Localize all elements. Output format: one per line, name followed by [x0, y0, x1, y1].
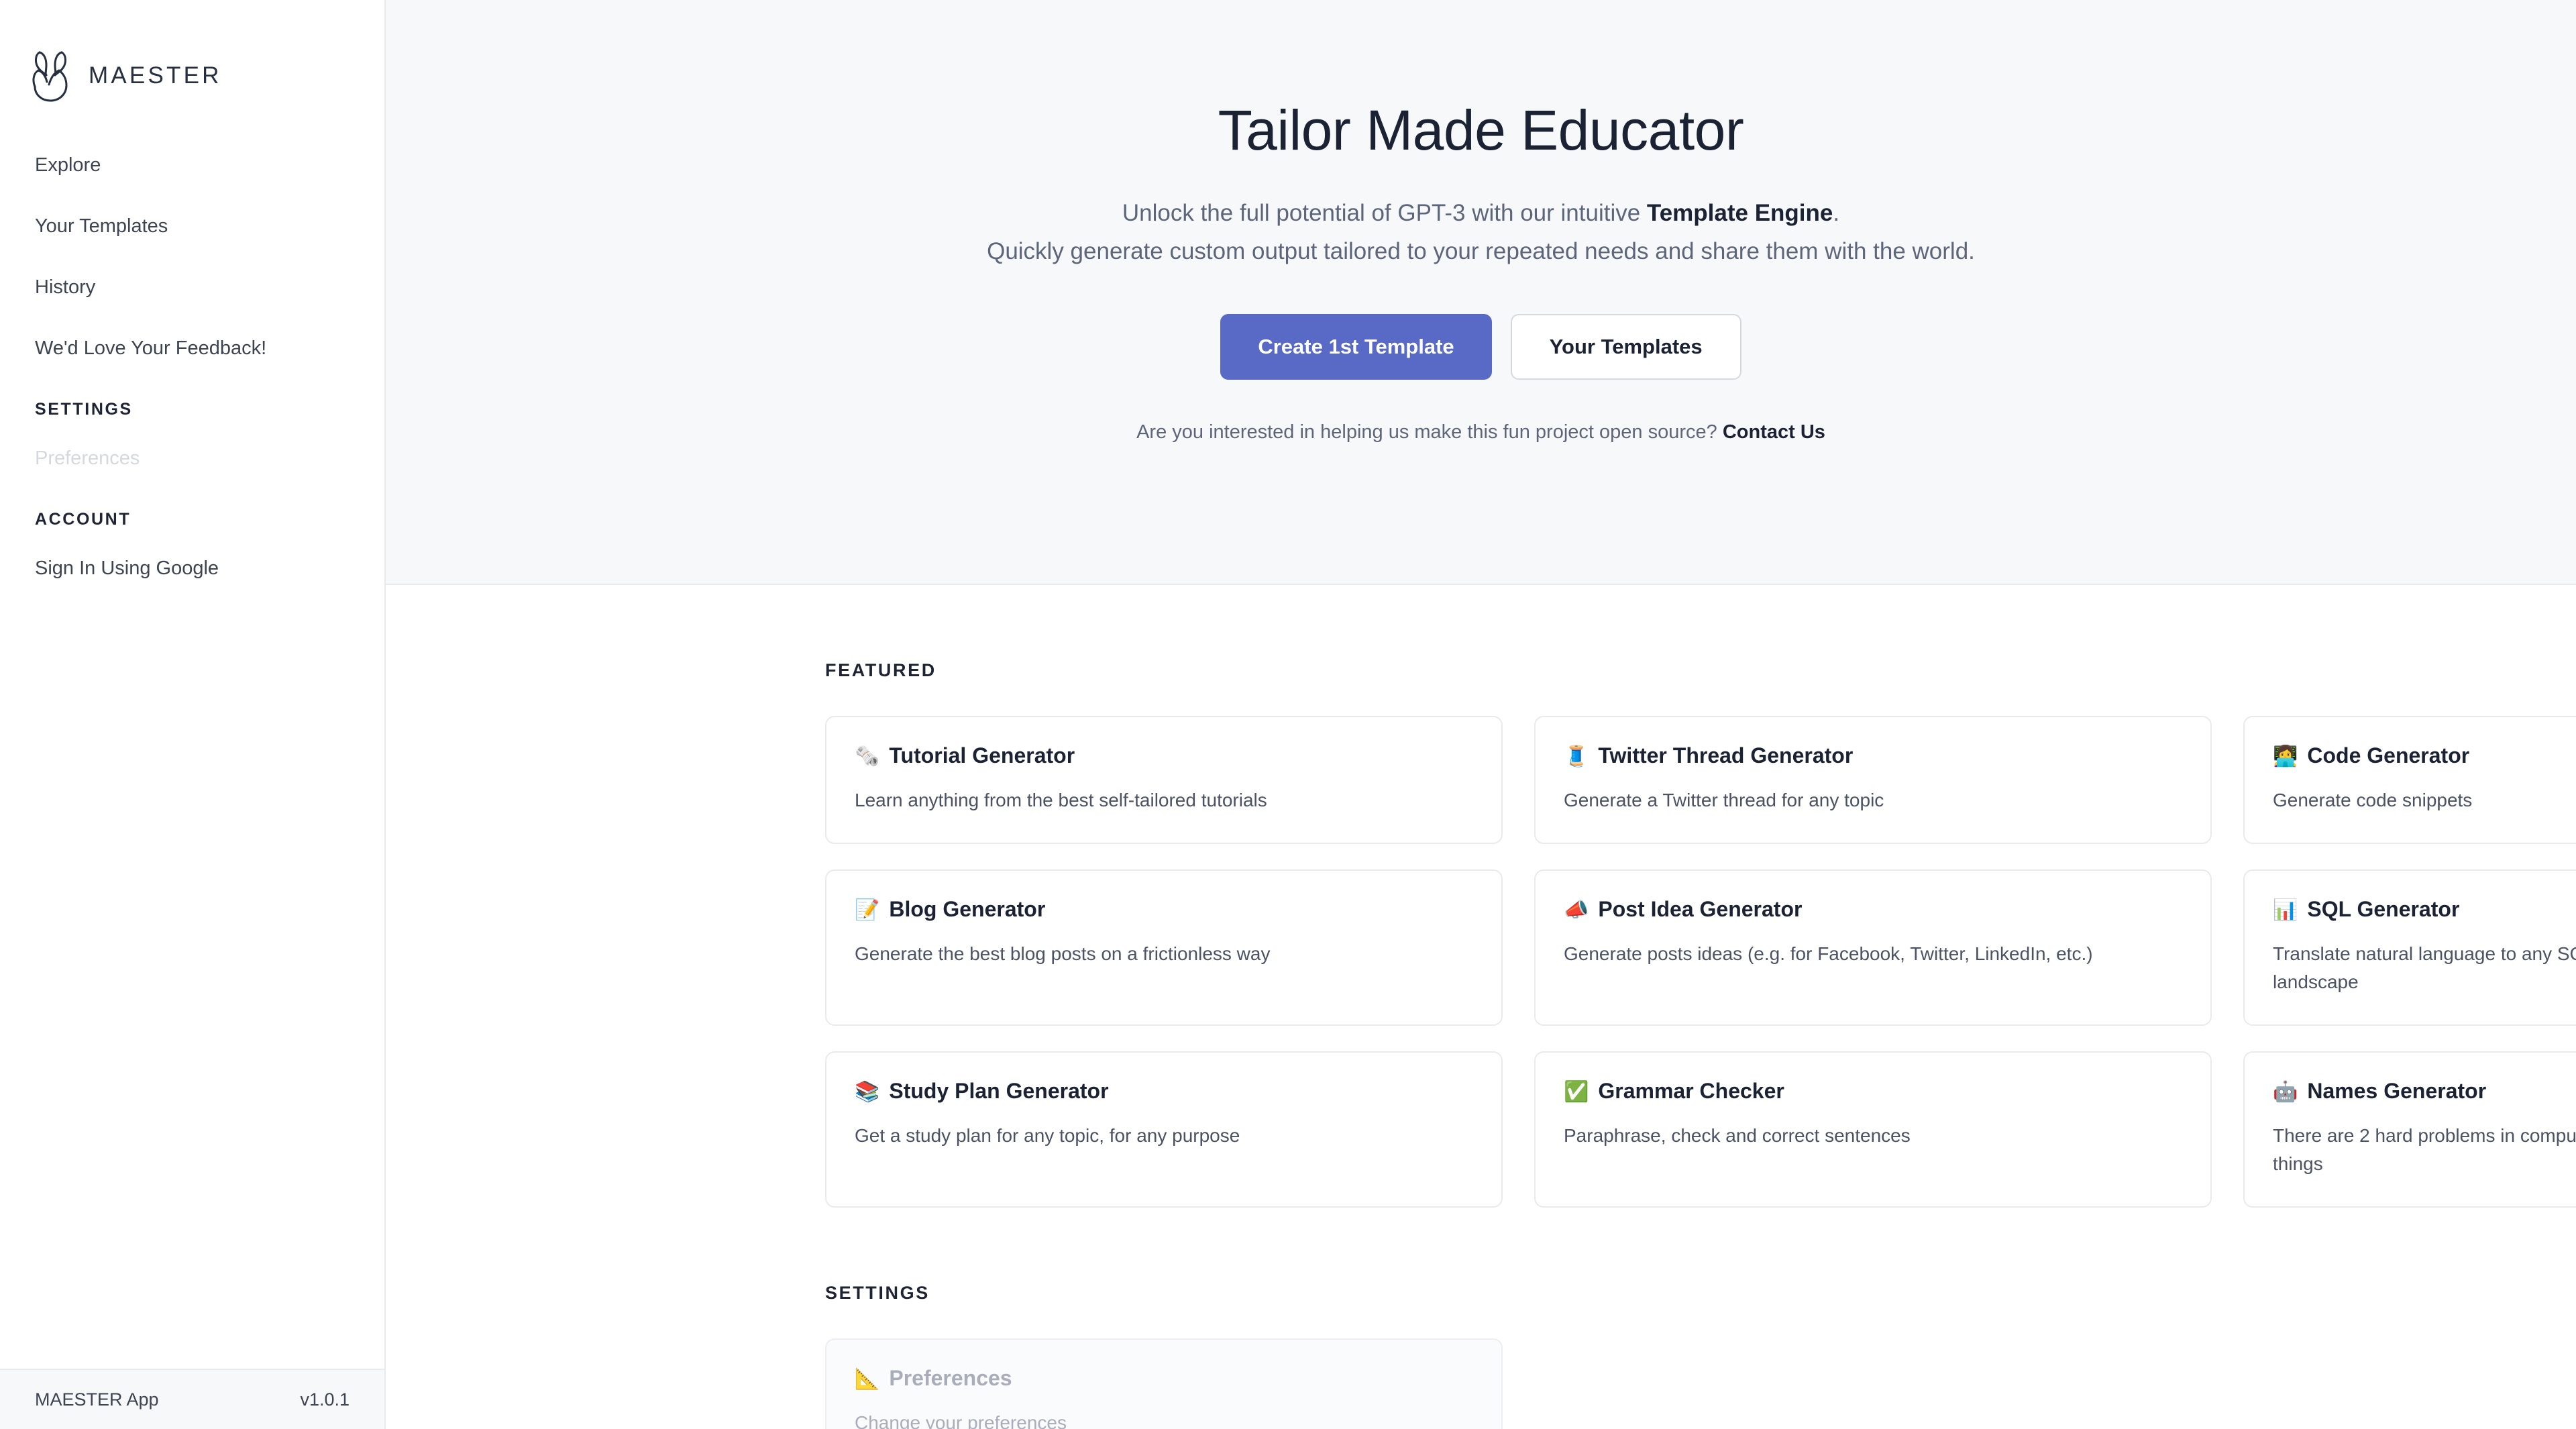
card-title-text: Grammar Checker	[1598, 1079, 1784, 1103]
card-title: 🤖 Names Generator	[2273, 1078, 2576, 1104]
hero-section: Tailor Made Educator Unlock the full pot…	[386, 0, 2576, 585]
sidebar-group-account-title: ACCOUNT	[35, 510, 131, 529]
footer-app-name: MAESTER App	[35, 1389, 159, 1410]
card-title-text: Preferences	[889, 1366, 1012, 1390]
technologist-icon: 👩‍💻	[2273, 745, 2298, 768]
contact-us-link[interactable]: Contact Us	[1723, 421, 1825, 443]
template-card-post-idea-generator[interactable]: 📣 Post Idea Generator Generate posts ide…	[1534, 869, 2212, 1026]
featured-section-title: FEATURED	[825, 660, 936, 680]
hero-subtitle: Unlock the full potential of GPT-3 with …	[987, 195, 1975, 270]
robot-icon: 🤖	[2273, 1081, 2298, 1103]
card-description: Generate code snippets	[2273, 790, 2473, 810]
template-card-names-generator[interactable]: 🤖 Names Generator There are 2 hard probl…	[2243, 1051, 2576, 1208]
sidebar-item-feedback[interactable]: We'd Love Your Feedback!	[0, 339, 384, 358]
sidebar-item-preferences: Preferences	[35, 447, 140, 469]
card-title: 📐 Preferences	[855, 1365, 1473, 1391]
rabbit-logo-icon	[32, 50, 71, 102]
card-description: Generate the best blog posts on a fricti…	[855, 943, 1271, 964]
check-mark-button-icon: ✅	[1564, 1081, 1589, 1103]
books-icon: 📚	[855, 1081, 880, 1103]
card-title: 👩‍💻 Code Generator	[2273, 743, 2576, 769]
card-title: 📣 Post Idea Generator	[1564, 896, 2182, 922]
content-section: FEATURED 🗞️ Tutorial Generator Learn any…	[386, 585, 2576, 1429]
card-description: Generate a Twitter thread for any topic	[1564, 790, 1884, 810]
template-card-twitter-thread-generator[interactable]: 🧵 Twitter Thread Generator Generate a Tw…	[1534, 716, 2212, 844]
hero-subtitle-line2: Quickly generate custom output tailored …	[987, 238, 1975, 265]
settings-block: SETTINGS 📐 Preferences Change your prefe…	[386, 1283, 2576, 1429]
card-title-text: Twitter Thread Generator	[1598, 743, 1854, 768]
card-title-text: Post Idea Generator	[1598, 897, 1803, 921]
card-description: Learn anything from the best self-tailor…	[855, 790, 1267, 810]
your-templates-button[interactable]: Your Templates	[1510, 313, 1741, 380]
rolled-newspaper-icon: 🗞️	[855, 745, 880, 768]
hero-subtitle-line1-before: Unlock the full potential of GPT-3 with …	[1122, 200, 1647, 227]
card-description: There are 2 hard problems in computer sc…	[2273, 1125, 2576, 1174]
thread-spool-icon: 🧵	[1564, 745, 1589, 768]
template-card-code-generator[interactable]: 👩‍💻 Code Generator Generate code snippet…	[2243, 716, 2576, 844]
sidebar-footer: MAESTER App v1.0.1	[0, 1369, 384, 1429]
megaphone-icon: 📣	[1564, 899, 1589, 921]
sidebar-item-history[interactable]: History	[0, 278, 384, 297]
card-title: 📝 Blog Generator	[855, 896, 1473, 922]
sidebar: MAESTER Explore Your Templates History W…	[0, 0, 386, 1429]
card-title-text: SQL Generator	[2307, 897, 2460, 921]
settings-section-title: SETTINGS	[825, 1283, 930, 1303]
hero-open-source-note: Are you interested in helping us make th…	[1136, 421, 1825, 443]
card-title: 📊 SQL Generator	[2273, 896, 2576, 922]
template-card-sql-generator[interactable]: 📊 SQL Generator Translate natural langua…	[2243, 869, 2576, 1026]
template-card-tutorial-generator[interactable]: 🗞️ Tutorial Generator Learn anything fro…	[825, 716, 1503, 844]
app-root: MAESTER Explore Your Templates History W…	[0, 0, 2576, 1429]
card-title-text: Tutorial Generator	[889, 743, 1075, 768]
main-content: Tailor Made Educator Unlock the full pot…	[386, 0, 2576, 1429]
template-card-study-plan-generator[interactable]: 📚 Study Plan Generator Get a study plan …	[825, 1051, 1503, 1208]
brand[interactable]: MAESTER	[0, 0, 384, 114]
page-title: Tailor Made Educator	[1218, 99, 1744, 162]
settings-card-grid: 📐 Preferences Change your preferences	[386, 1338, 2576, 1429]
triangular-ruler-icon: 📐	[855, 1368, 880, 1390]
card-description: Change your preferences	[855, 1412, 1067, 1429]
hero-subtitle-highlight: Template Engine	[1646, 200, 1833, 227]
card-title-text: Names Generator	[2307, 1079, 2487, 1103]
card-title: ✅ Grammar Checker	[1564, 1078, 2182, 1104]
sidebar-nav: Explore Your Templates History We'd Love…	[0, 114, 384, 620]
card-description: Paraphrase, check and correct sentences	[1564, 1125, 1911, 1146]
card-title-text: Study Plan Generator	[889, 1079, 1109, 1103]
card-description: Get a study plan for any topic, for any …	[855, 1125, 1240, 1146]
sidebar-item-explore[interactable]: Explore	[0, 156, 384, 175]
hero-actions: Create 1st Template Your Templates	[1220, 313, 1741, 380]
template-card-blog-generator[interactable]: 📝 Blog Generator Generate the best blog …	[825, 869, 1503, 1026]
bar-chart-icon: 📊	[2273, 899, 2298, 921]
sidebar-item-sign-in-google[interactable]: Sign In Using Google	[0, 559, 384, 578]
card-description: Translate natural language to any SQL di…	[2273, 943, 2576, 992]
template-card-grammar-checker[interactable]: ✅ Grammar Checker Paraphrase, check and …	[1534, 1051, 2212, 1208]
card-title: 🧵 Twitter Thread Generator	[1564, 743, 2182, 769]
memo-icon: 📝	[855, 899, 880, 921]
settings-card-preferences: 📐 Preferences Change your preferences	[825, 1338, 1503, 1429]
create-first-template-button[interactable]: Create 1st Template	[1220, 313, 1492, 380]
brand-name: MAESTER	[89, 62, 222, 89]
sidebar-group-settings-title: SETTINGS	[35, 400, 133, 419]
footer-version: v1.0.1	[300, 1389, 350, 1410]
card-title-text: Blog Generator	[889, 897, 1046, 921]
card-description: Generate posts ideas (e.g. for Facebook,…	[1564, 943, 2093, 964]
hero-subtitle-line1-after: .	[1833, 200, 1840, 227]
hero-note-text: Are you interested in helping us make th…	[1136, 421, 1723, 443]
card-title-text: Code Generator	[2307, 743, 2470, 768]
featured-card-grid: 🗞️ Tutorial Generator Learn anything fro…	[386, 716, 2576, 1208]
card-title: 📚 Study Plan Generator	[855, 1078, 1473, 1104]
sidebar-item-your-templates[interactable]: Your Templates	[0, 217, 384, 236]
card-title: 🗞️ Tutorial Generator	[855, 743, 1473, 769]
